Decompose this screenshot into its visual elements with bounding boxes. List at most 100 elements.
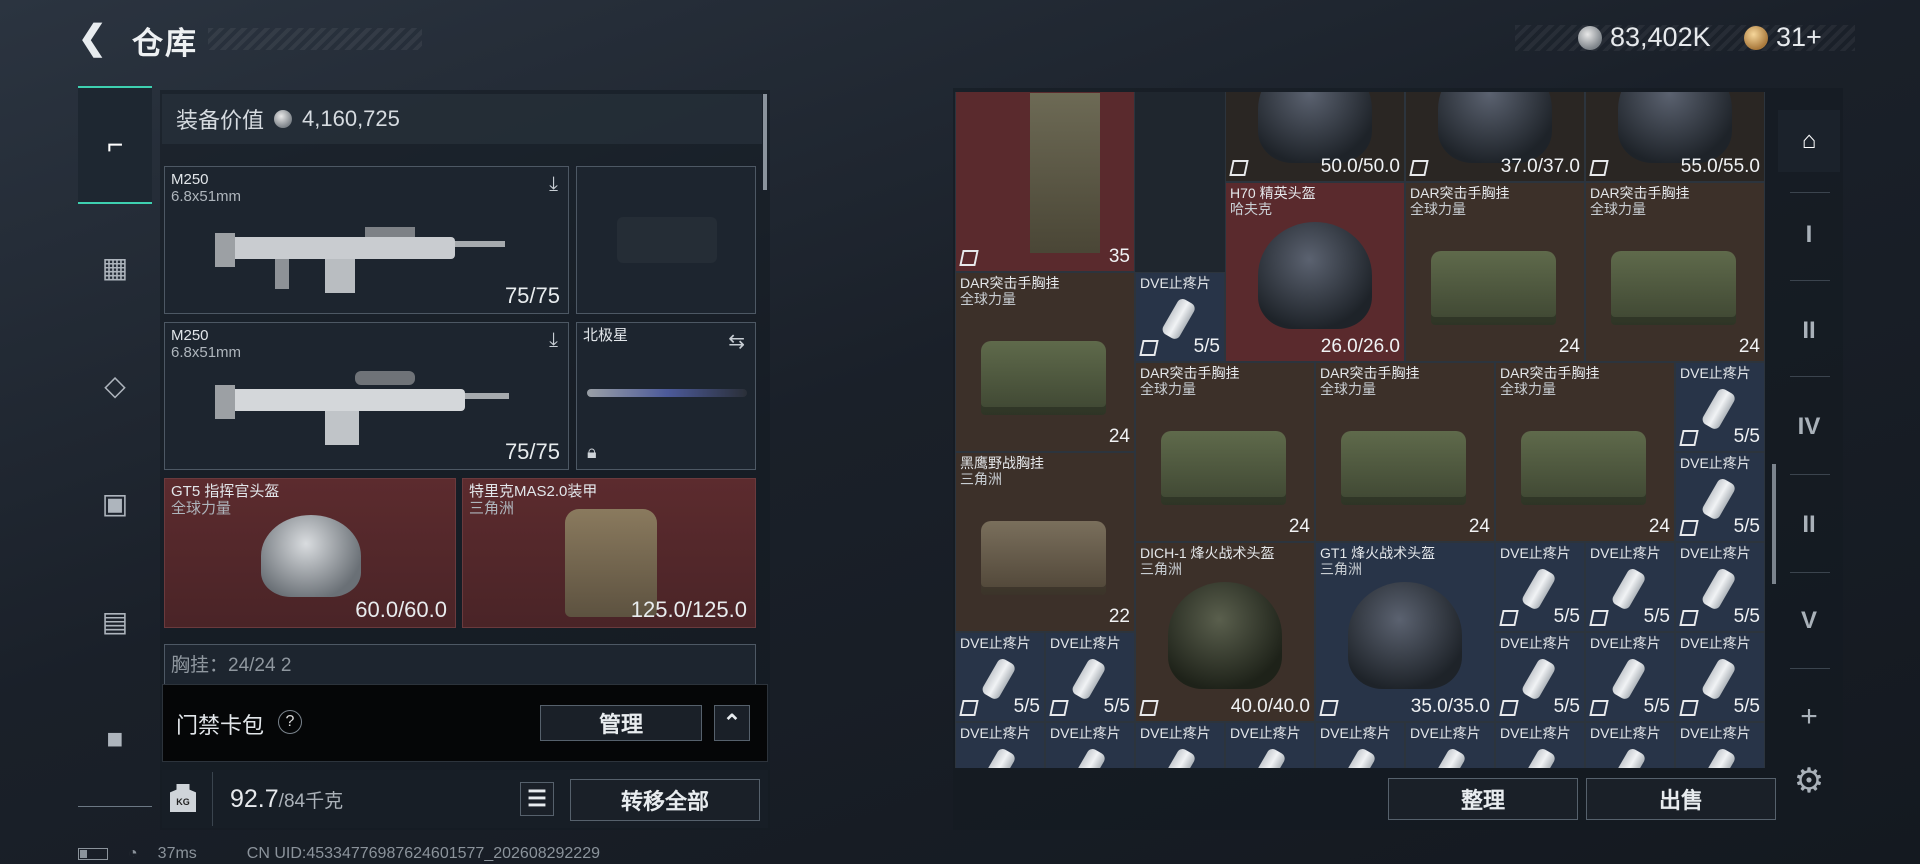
item-lock-icon [1589,700,1609,716]
stash-tab-5[interactable]: V [1778,590,1840,652]
status-bar: ◔ 37ms CN UID:45334776987624601577_20260… [78,845,600,863]
painkiller-image [980,657,1018,702]
grid-item-gt1-helmet[interactable]: GT1 烽火战术头盔 三角洲 35.0/35.0 [1315,542,1495,722]
item-name: DAR突击手胸挂 [960,275,1060,291]
grid-item-chest-rig[interactable]: DAR突击手胸挂 全球力量 24 [1585,182,1765,362]
manage-button[interactable]: 管理 [540,705,702,741]
grid-item-painkiller[interactable]: DVE止疼片 5/5 [1675,452,1765,542]
stash-tab-1[interactable]: I [1778,204,1840,266]
stash-tab-4[interactable]: II [1778,494,1840,556]
nav-backpack[interactable]: ▣ [78,468,152,538]
nav-container[interactable]: ▤ [78,586,152,656]
grid-item-h70-helmet[interactable]: H70 精英头盔 哈夫克 26.0/26.0 [1225,182,1405,362]
grid-item-painkiller[interactable]: DVE止疼片 [1315,722,1405,768]
item-name: H70 精英头盔 [1230,185,1316,201]
grid-item-helmet[interactable]: 55.0/55.0 [1585,92,1765,182]
helmet-slot[interactable]: GT5 指挥官头盔 全球力量 60.0/60.0 [164,478,456,628]
slot-name: GT5 指挥官头盔 [171,483,280,500]
armor-slot[interactable]: 特里克MAS2.0装甲 三角洲 125.0/125.0 [462,478,756,628]
grid-item-painkiller[interactable]: DVE止疼片 5/5 [1495,542,1585,632]
item-lock-icon [1499,610,1519,626]
settings-button[interactable]: ⚙ [1778,750,1840,812]
transfer-all-button[interactable]: 转移全部 [570,779,760,821]
nav-case[interactable]: ■ [78,704,152,774]
back-arrow-icon[interactable]: ❮ [78,20,114,56]
grid-item-chest-rig[interactable]: 黑鹰野战胸挂 三角洲 22 [955,452,1135,632]
slot-durability: 60.0/60.0 [355,597,447,622]
grid-item-painkiller[interactable]: DVE止疼片 [1405,722,1495,768]
chest-rig-image [1610,250,1736,326]
item-value: 26.0/26.0 [1320,336,1400,357]
grid-item-painkiller[interactable]: DVE止疼片 [1675,722,1765,768]
grid-item-painkiller[interactable]: DVE止疼片 5/5 [1585,542,1675,632]
item-name: DAR突击手胸挂 [1500,365,1600,381]
backpack-image [1030,93,1100,253]
chest-rig-image [980,340,1106,416]
grid-item-painkiller[interactable]: DVE止疼片 5/5 [1675,632,1765,722]
gold-currency[interactable]: 31+ [1744,22,1822,53]
grid-item-painkiller[interactable]: DVE止疼片 5/5 [955,632,1045,722]
download-icon[interactable]: ⤓ [549,173,558,196]
grid-item-painkiller[interactable]: DVE止疼片 [1225,722,1315,768]
primary-weapon-slot[interactable]: M250 6.8x51mm ⤓ 75/75 [164,166,569,314]
machine-gun-image [215,371,509,445]
silver-currency[interactable]: 83,402K [1578,22,1711,53]
grid-item-painkiller[interactable]: DVE止疼片 5/5 [1495,632,1585,722]
secondary-weapon-slot[interactable] [576,166,756,314]
grid-item-painkiller[interactable]: DVE止疼片 5/5 [1675,542,1765,632]
gold-amount: 31+ [1776,22,1822,52]
grid-item-painkiller[interactable]: DVE止疼片 [1135,722,1225,768]
grid-item-chest-rig[interactable]: DAR突击手胸挂 全球力量 24 [955,272,1135,452]
item-name: DVE止疼片 [1050,725,1121,741]
item-name: DVE止疼片 [1590,545,1661,561]
chevron-up-icon[interactable]: ⌃ [714,705,750,741]
grid-item-painkiller[interactable]: DVE止疼片 5/5 [1675,362,1765,452]
grid-item-dich-helmet[interactable]: DICH-1 烽火战术头盔 三角洲 40.0/40.0 [1135,542,1315,722]
grid-item-painkiller[interactable]: DVE止疼片 5/5 [1045,632,1135,722]
grid-item-painkiller[interactable]: DVE止疼片 [1045,722,1135,768]
grid-item-painkiller[interactable]: DVE止疼片 5/5 [1135,272,1225,362]
grid-item-chest-rig[interactable]: DAR突击手胸挂 全球力量 24 [1405,182,1585,362]
melee-slot[interactable]: 北极星 ⇆ 🔒︎ [576,322,756,470]
loadout-scrollbar[interactable] [763,94,767,190]
grid-item-chest-rig[interactable]: DAR突击手胸挂 全球力量 24 [1135,362,1315,542]
vest-icon: ▦ [101,251,129,283]
grid-item-painkiller[interactable]: DVE止疼片 [955,722,1045,768]
help-icon[interactable]: ? [278,710,302,734]
grid-item-painkiller[interactable]: DVE止疼片 5/5 [1585,632,1675,722]
slot-durability: 125.0/125.0 [630,597,747,622]
download-icon[interactable]: ⤓ [549,329,558,352]
grid-item-backpack[interactable]: 35 [955,92,1135,272]
chest-rig-slot[interactable]: 胸挂：24/24 2 [164,644,756,684]
list-view-icon[interactable]: ☰ [520,782,554,816]
swap-icon[interactable]: ⇆ [728,329,745,354]
painkiller-image [1430,747,1468,768]
slot-name: 北极星 [583,327,629,344]
grid-item-painkiller[interactable]: DVE止疼片 [1495,722,1585,768]
item-lock-icon [1589,610,1609,626]
grid-item-helmet[interactable]: 37.0/37.0 [1405,92,1585,182]
add-tab-button[interactable]: + [1778,686,1840,748]
stash-tab-main[interactable]: ⌂ [1778,110,1840,172]
stash-scrollbar[interactable] [1772,464,1776,584]
stash-tab-3[interactable]: IV [1778,396,1840,458]
grid-item-helmet[interactable]: 50.0/50.0 [1225,92,1405,182]
primary-weapon-slot-2[interactable]: M250 6.8x51mm ⤓ 75/75 [164,322,569,470]
item-value: 55.0/55.0 [1680,156,1760,177]
grid-item-painkiller[interactable]: DVE止疼片 [1585,722,1675,768]
nav-weapons[interactable]: ⌐ [78,86,152,204]
stash-tab-2[interactable]: II [1778,300,1840,362]
item-name: DVE止疼片 [1140,275,1211,291]
nav-armor[interactable]: ◇ [78,350,152,420]
sort-button[interactable]: 整理 [1388,778,1578,820]
item-lock-icon [1139,700,1159,716]
nav-vest[interactable]: ▦ [78,232,152,302]
sell-button[interactable]: 出售 [1586,778,1776,820]
item-name: DVE止疼片 [1680,545,1751,561]
item-value: 22 [1108,606,1130,627]
tab-label: II [1802,317,1816,344]
grid-item-chest-rig[interactable]: DAR突击手胸挂 全球力量 24 [1495,362,1675,542]
grid-item-chest-rig[interactable]: DAR突击手胸挂 全球力量 24 [1315,362,1495,542]
tab-label: II [1802,511,1816,538]
weight-value: 92.7 [230,785,279,813]
